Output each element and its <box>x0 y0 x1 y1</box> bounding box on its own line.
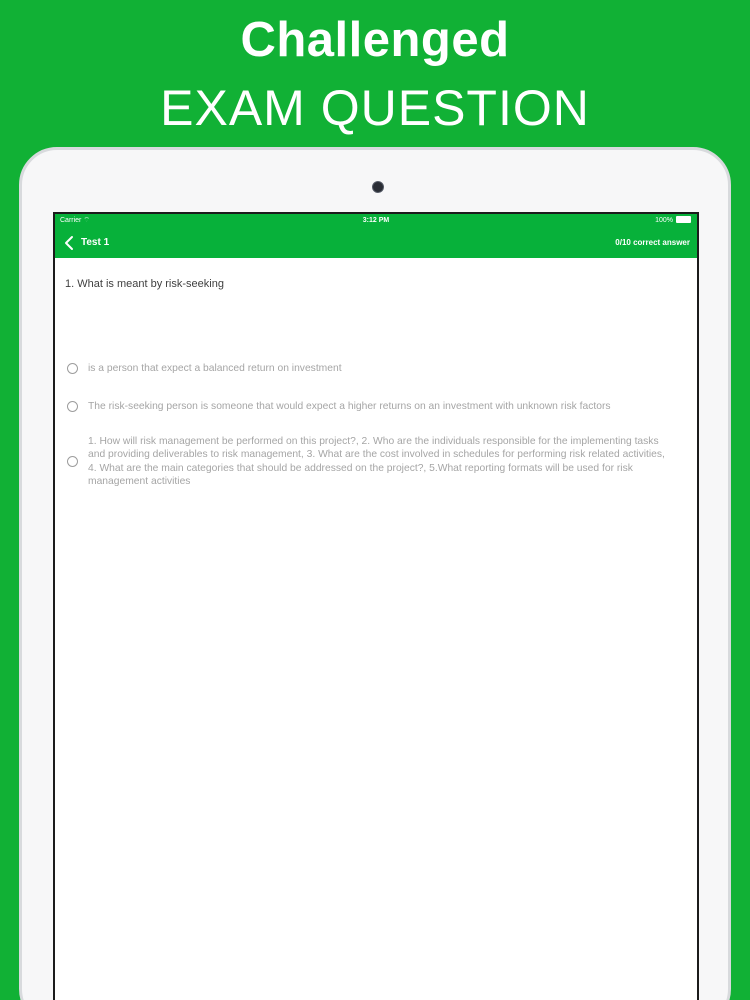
battery-percent: 100% <box>655 217 673 224</box>
navigation-bar: Test 1 0/10 correct answer <box>55 228 697 258</box>
promo-subtitle: EXAM QUESTION <box>160 80 590 136</box>
promo-title: Challenged <box>240 13 510 67</box>
answer-option-label: The risk-seeking person is someone that … <box>88 401 611 412</box>
answer-option-label: is a person that expect a balanced retur… <box>88 363 342 374</box>
chevron-left-icon[interactable] <box>62 235 76 251</box>
promo-page: Challenged EXAM QUESTION Carrier ⌔ 3:12 P… <box>0 0 750 1000</box>
battery-icon <box>676 215 691 223</box>
test-title: Test 1 <box>81 237 110 248</box>
app-screen: Carrier ⌔ 3:12 PM 100% Test 1 0/10 correc… <box>53 212 699 1000</box>
correct-answer-counter: 0/10 correct answer <box>615 238 690 247</box>
radio-icon[interactable] <box>67 456 78 468</box>
radio-icon[interactable] <box>67 363 78 375</box>
answer-option-label: 1. How will risk management be performed… <box>88 436 665 488</box>
question-text: 1. What is meant by risk-seeking <box>65 278 224 290</box>
answer-option-3[interactable]: 1. How will risk management be performed… <box>67 435 673 489</box>
ipad-frame: Carrier ⌔ 3:12 PM 100% Test 1 0/10 correc… <box>19 147 731 1000</box>
status-time: 3:12 PM <box>362 217 390 224</box>
status-bar: Carrier ⌔ 3:12 PM 100% <box>55 214 697 228</box>
answer-option-1[interactable]: is a person that expect a balanced retur… <box>67 362 342 375</box>
front-camera <box>372 181 384 193</box>
battery-status: 100% <box>655 214 691 228</box>
answer-option-2[interactable]: The risk-seeking person is someone that … <box>67 400 611 413</box>
radio-icon[interactable] <box>67 401 78 413</box>
